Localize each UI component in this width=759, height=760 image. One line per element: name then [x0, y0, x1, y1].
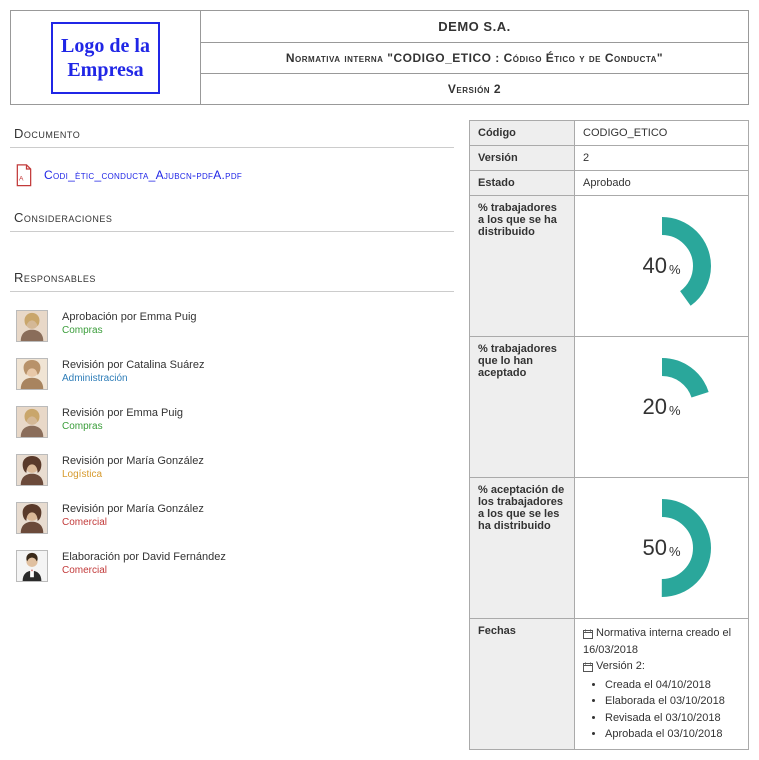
responsable-role: Revisión por Emma Puig [62, 407, 183, 419]
fechas-label: Fechas [470, 619, 575, 750]
gauge-value: 20% [607, 352, 717, 462]
codigo-label: Código [470, 121, 575, 146]
avatar [16, 358, 48, 390]
document-filename: Codi_ètic_conducta_Ajubcn-pdfA.pdf [44, 168, 242, 182]
responsable-role: Aprobación por Emma Puig [62, 311, 197, 323]
gauge3-cell: 50% [575, 478, 749, 619]
avatar [16, 454, 48, 486]
responsable-dept: Comercial [62, 517, 204, 528]
responsable-item: Revisión por Catalina Suárez Administraci… [10, 352, 454, 400]
responsable-role: Revisión por María González [62, 455, 204, 467]
calendar-icon [583, 628, 593, 638]
pdf-icon: A [14, 164, 34, 186]
responsables-list: Aprobación por Emma PuigComprasRevisión … [10, 304, 454, 592]
gauge2-cell: 20% [575, 337, 749, 478]
gauge-ratio: 50% [607, 493, 717, 603]
gauge-value: 50% [607, 493, 717, 603]
fechas-item: Revisada el 03/10/2018 [605, 710, 740, 727]
document-version: Versión 2 [201, 74, 749, 105]
responsable-item: Revisión por María González Comercial [10, 496, 454, 544]
fechas-item: Aprobada el 03/10/2018 [605, 726, 740, 743]
gauge1-cell: 40% [575, 196, 749, 337]
avatar [16, 550, 48, 582]
version-label: Versión [470, 146, 575, 171]
responsable-item: Revisión por Emma Puig Compras [10, 400, 454, 448]
responsable-role: Revisión por Catalina Suárez [62, 359, 204, 371]
document-header: Logo de la Empresa DEMO S.A. Normativa i… [10, 10, 749, 105]
info-table: Código CODIGO_ETICO Versión 2 Estado Apr… [469, 120, 749, 750]
responsable-dept: Comercial [62, 565, 226, 576]
logo-text-1: Logo de la [61, 34, 150, 58]
responsable-dept: Administración [62, 373, 204, 384]
gauge1-label: % trabajadores a los que se ha distribui… [470, 196, 575, 337]
estado-value: Aprobado [575, 171, 749, 196]
fechas-items: Creada el 04/10/2018Elaborada el 03/10/2… [605, 677, 740, 743]
fechas-line1: Normativa interna creado el 16/03/2018 [583, 625, 740, 658]
responsable-role: Revisión por María González [62, 503, 204, 515]
section-documento: Documento [10, 120, 454, 148]
fechas-item: Elaborada el 03/10/2018 [605, 693, 740, 710]
fechas-item: Creada el 04/10/2018 [605, 677, 740, 694]
company-name: DEMO S.A. [201, 11, 749, 43]
document-link[interactable]: A Codi_ètic_conducta_Ajubcn-pdfA.pdf [10, 160, 454, 204]
codigo-value: CODIGO_ETICO [575, 121, 749, 146]
responsable-role: Elaboración por David Fernández [62, 551, 226, 563]
gauge3-label: % aceptación de los trabajadores a los q… [470, 478, 575, 619]
logo-text-2: Empresa [61, 58, 150, 82]
version-value: 2 [575, 146, 749, 171]
section-responsables: Responsables [10, 264, 454, 292]
estado-label: Estado [470, 171, 575, 196]
responsable-item: Revisión por María González Logística [10, 448, 454, 496]
gauge2-label: % trabajadores que lo han aceptado [470, 337, 575, 478]
right-column: Código CODIGO_ETICO Versión 2 Estado Apr… [469, 120, 749, 750]
responsable-dept: Compras [62, 325, 197, 336]
company-logo: Logo de la Empresa [51, 22, 160, 94]
gauge-aceptado: 20% [607, 352, 717, 462]
responsable-item: Aprobación por Emma Puig Compras [10, 304, 454, 352]
logo-cell: Logo de la Empresa [11, 11, 201, 105]
responsable-item: Elaboración por David Fernández Comercial [10, 544, 454, 592]
fechas-cell: Normativa interna creado el 16/03/2018 V… [575, 619, 749, 750]
section-consideraciones: Consideraciones [10, 204, 454, 232]
calendar-icon [583, 661, 593, 671]
left-column: Documento A Codi_ètic_conducta_Ajubcn-pd… [10, 120, 454, 750]
responsable-dept: Compras [62, 421, 183, 432]
avatar [16, 310, 48, 342]
responsable-dept: Logística [62, 469, 204, 480]
fechas-line2: Versión 2: [583, 658, 740, 675]
avatar [16, 406, 48, 438]
svg-text:A: A [19, 176, 24, 183]
gauge-distribuido: 40% [607, 211, 717, 321]
gauge-value: 40% [607, 211, 717, 321]
document-subtitle: Normativa interna "CODIGO_ETICO : Código… [201, 43, 749, 74]
avatar [16, 502, 48, 534]
